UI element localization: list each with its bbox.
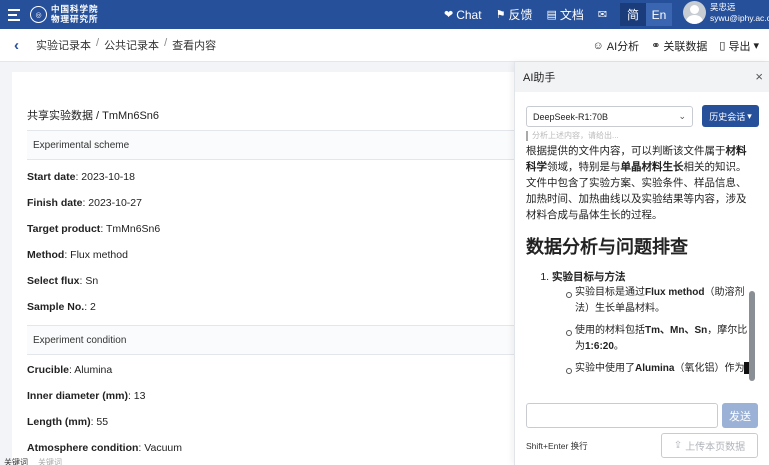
avatar <box>683 1 706 24</box>
section-experiment-condition: Experiment condition <box>27 325 514 355</box>
page-title: 共享实验数据 / TmMn6Sn6 <box>27 110 160 122</box>
chat-messages: 分析上述内容，请给出... 根据提供的文件内容，可以判断该文件属于材料科学领域，… <box>526 131 750 401</box>
field-sample-no: Sample No.: 2 <box>27 301 96 313</box>
breadcrumb-public-notebook[interactable]: 公共记录本 <box>104 37 159 53</box>
breadcrumb-current: 查看内容 <box>172 40 217 52</box>
user-email: sywu@iphy.ac.c <box>710 12 769 23</box>
page-actions: ☺ AI分析 ⚭ 关联数据 ▯ 导出 ▾ <box>593 29 759 62</box>
document-content: 共享实验数据 / TmMn6Sn6 Experimental scheme St… <box>12 72 514 465</box>
menu-icon[interactable] <box>0 0 28 29</box>
field-target-product: Target product: TmMn6Sn6 <box>27 223 161 235</box>
model-select[interactable]: DeepSeek-R1:70B ⌄ <box>526 106 693 127</box>
ai-intro-paragraph: 根据提供的文件内容，可以判断该文件属于材料科学领域，特别是与单晶材料生长相关的知… <box>526 145 747 221</box>
ai-response-heading: 数据分析与问题排查 <box>526 237 688 257</box>
ai-analysis-button[interactable]: ☺ AI分析 <box>593 38 640 54</box>
chat-input[interactable] <box>526 403 718 428</box>
file-icon: ▯ <box>719 40 726 52</box>
field-length: Length (mm): 55 <box>27 416 109 428</box>
section-experimental-scheme: Experimental scheme <box>27 130 514 160</box>
ai-response-list: 实验目标与方法 实验目标是通过Flux method（助溶剂法）生长单晶材料。 … <box>526 269 750 377</box>
lang-simplified-button[interactable]: 简 <box>620 3 646 26</box>
back-arrow-icon[interactable]: ‹ <box>14 37 28 54</box>
mail-icon: ✉ <box>597 9 608 21</box>
feedback-icon: ⚑ <box>495 9 506 21</box>
robot-icon: ☺ <box>592 39 604 52</box>
breadcrumb-bar: ‹ 实验记录本 / 公共记录本 / 查看内容 ☺ AI分析 ⚭ 关联数据 ▯ 导… <box>0 29 769 62</box>
input-hint: Shift+Enter 换行 <box>526 441 588 451</box>
top-bar: ◎ 中国科学院 物理研究所 ❤ Chat ⚑ 反馈 ▤ 文档 ✉ 简 En 吴忠… <box>0 0 769 29</box>
breadcrumb: 实验记录本 / 公共记录本 / 查看内容 <box>36 37 217 53</box>
send-button[interactable]: 发送 <box>722 403 758 428</box>
field-finish-date: Finish date: 2023-10-27 <box>27 197 142 209</box>
export-button[interactable]: ▯ 导出 ▾ <box>719 38 759 54</box>
breadcrumb-notebooks[interactable]: 实验记录本 <box>36 37 91 53</box>
user-menu[interactable]: 吴忠远 sywu@iphy.ac.c <box>683 1 769 24</box>
ai-assistant-panel: AI助手 × DeepSeek-R1:70B ⌄ 历史会话 ▾ 分析上述内容，请… <box>514 62 769 465</box>
bottom-tabs: 关键词 关键词 <box>0 457 90 465</box>
chat-scrollbar[interactable] <box>749 291 755 381</box>
field-atmosphere: Atmosphere condition: Vacuum <box>27 442 182 454</box>
logo-text: 中国科学院 物理研究所 <box>51 4 99 25</box>
link-data-button[interactable]: ⚭ 关联数据 <box>651 38 707 54</box>
list-item: 实验目标与方法 实验目标是通过Flux method（助溶剂法）生长单晶材料。 … <box>552 269 750 377</box>
ai-panel-header: AI助手 × <box>515 62 769 92</box>
upload-page-data-button[interactable]: ⇪ 上传本页数据 <box>661 433 758 458</box>
nav-chat[interactable]: ❤ Chat <box>444 8 482 22</box>
nav-docs[interactable]: ▤ 文档 <box>546 6 583 23</box>
bottom-tab-keywords-2[interactable]: 关键词 <box>38 457 62 465</box>
chat-icon: ❤ <box>444 9 454 21</box>
chevron-down-icon: ⌄ <box>678 111 686 121</box>
language-switch: 简 En <box>620 3 672 26</box>
bullet-item: 实验目标是通过Flux method（助溶剂法）生长单晶材料。 <box>566 285 750 317</box>
document-icon: ▤ <box>546 9 557 21</box>
top-nav: ❤ Chat ⚑ 反馈 ▤ 文档 ✉ <box>444 0 621 29</box>
user-name: 吴忠远 <box>710 1 736 12</box>
quoted-prompt: 分析上述内容，请给出... <box>526 131 750 141</box>
bottom-tab-keywords[interactable]: 关键词 <box>4 457 28 465</box>
upload-icon: ⇪ <box>673 440 683 451</box>
logo-seal-icon: ◎ <box>30 6 47 23</box>
field-method: Method: Flux method <box>27 249 128 261</box>
field-start-date: Start date: 2023-10-18 <box>27 171 135 183</box>
field-select-flux: Select flux: Sn <box>27 275 99 287</box>
link-icon: ⚭ <box>651 40 661 52</box>
nav-feedback[interactable]: ⚑ 反馈 <box>496 6 533 23</box>
close-icon[interactable]: × <box>755 69 763 84</box>
history-sessions-button[interactable]: 历史会话 ▾ <box>702 105 759 127</box>
bullet-item: 实验中使用了Alumina（氧化铝）作为 <box>566 361 750 377</box>
lang-english-button[interactable]: En <box>646 3 672 26</box>
field-inner-diameter: Inner diameter (mm): 13 <box>27 390 146 402</box>
institute-logo[interactable]: ◎ 中国科学院 物理研究所 <box>30 5 99 25</box>
field-crucible: Crucible: Alumina <box>27 364 113 376</box>
nav-mail[interactable]: ✉ <box>598 8 607 21</box>
chevron-down-icon: ▾ <box>753 40 759 52</box>
bullet-item: 使用的材料包括Tm、Mn、Sn，摩尔比为1:6:20。 <box>566 323 750 355</box>
ai-panel-title: AI助手 <box>523 72 556 84</box>
caret-down-icon: ▾ <box>747 110 752 121</box>
